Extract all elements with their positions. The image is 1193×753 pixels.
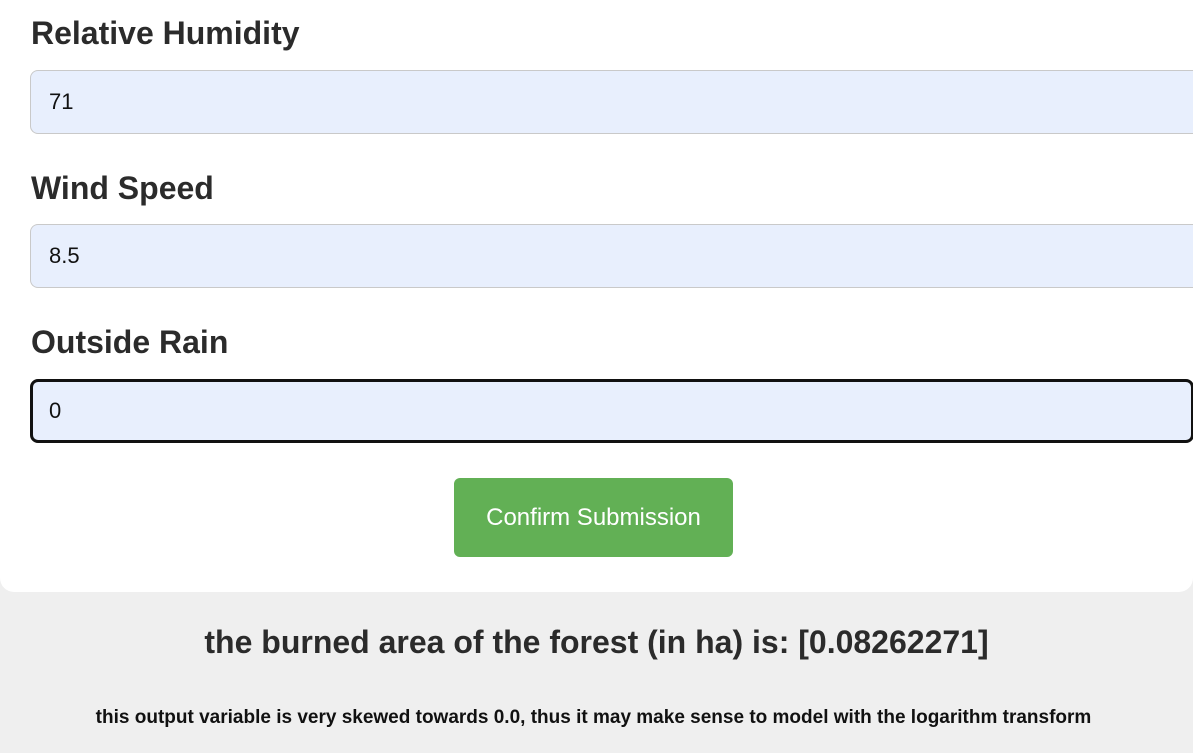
form-card: Relative Humidity Wind Speed Outside Rai… bbox=[0, 0, 1193, 592]
outside-rain-input[interactable] bbox=[30, 379, 1193, 443]
prediction-result: the burned area of the forest (in ha) is… bbox=[204, 624, 989, 660]
relative-humidity-label: Relative Humidity bbox=[31, 15, 300, 51]
wind-speed-input[interactable] bbox=[30, 224, 1193, 288]
confirm-submission-button[interactable]: Confirm Submission bbox=[454, 478, 733, 557]
relative-humidity-input[interactable] bbox=[30, 70, 1193, 134]
wind-speed-label: Wind Speed bbox=[31, 170, 214, 206]
outside-rain-label: Outside Rain bbox=[31, 324, 229, 360]
skew-note: this output variable is very skewed towa… bbox=[95, 707, 1092, 728]
